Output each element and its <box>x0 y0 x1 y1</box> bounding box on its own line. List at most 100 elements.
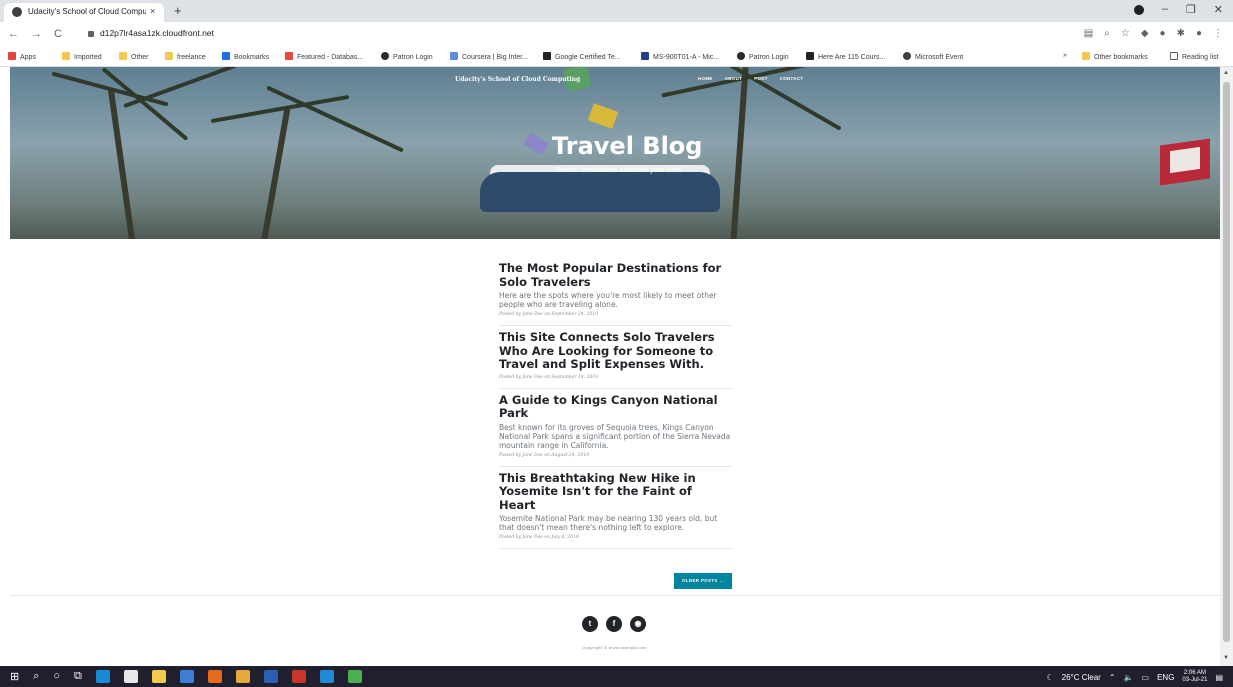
tab-strip: Udacity's School of Cloud Compu × + – ❐ … <box>0 0 1233 22</box>
bookmarks-overflow-button[interactable]: » <box>1063 52 1067 59</box>
scrollbar[interactable]: ▲ ▼ <box>1220 67 1233 666</box>
hero-banner: Udacity's School of Cloud Computing HOME… <box>10 67 1220 239</box>
footer-divider <box>10 595 1220 596</box>
bookmark-item[interactable]: Other <box>119 52 149 61</box>
scroll-thumb[interactable] <box>1223 82 1230 642</box>
edge-icon[interactable] <box>95 670 110 683</box>
site-brand[interactable]: Udacity's School of Cloud Computing <box>455 76 580 83</box>
menu-icon[interactable]: ⋮ <box>1213 28 1223 39</box>
other-bookmarks[interactable]: Other bookmarks <box>1082 52 1148 61</box>
bookmark-icon <box>543 52 551 60</box>
restore-button[interactable]: ❐ <box>1186 3 1196 16</box>
bookmark-item[interactable]: Patron Login <box>737 52 789 61</box>
post-title[interactable]: This Breathtaking New Hike in Yosemite I… <box>499 471 732 513</box>
bookmark-icon <box>737 52 745 60</box>
back-button[interactable]: ← <box>8 28 19 40</box>
cortana-icon[interactable]: ○ <box>53 670 60 683</box>
bookmark-icon <box>806 52 814 60</box>
palm-tree-image <box>260 108 291 239</box>
bookmark-item[interactable]: Coursera | Big Inter... <box>450 52 528 61</box>
extension-icon[interactable]: ● <box>1160 28 1166 39</box>
chrome-icon[interactable] <box>235 670 250 683</box>
window-controls: – ❐ ✕ <box>1133 3 1223 16</box>
bookmark-item[interactable]: Featured - Databas... <box>285 52 363 61</box>
bookmarks-bar: Apps Imported Other freelance Bookmarks … <box>0 48 1233 67</box>
weather-text[interactable]: 26°C Clear <box>1062 673 1101 682</box>
bookmark-item[interactable]: Imported <box>62 52 102 61</box>
new-tab-button[interactable]: + <box>174 3 182 18</box>
post-meta: Posted by Jane Doe on August 24, 2019 <box>499 452 589 458</box>
twitter-icon[interactable]: t <box>582 616 598 632</box>
bookmark-item[interactable]: Patron Login <box>381 52 433 61</box>
browser-tab[interactable]: Udacity's School of Cloud Compu × <box>4 3 164 22</box>
start-icon[interactable]: ⊞ <box>10 670 19 683</box>
bookmark-item[interactable]: Microsoft Event <box>903 52 963 61</box>
minimize-button[interactable]: – <box>1162 3 1168 16</box>
nav-contact[interactable]: CONTACT <box>780 76 804 81</box>
page-title: Travel Blog <box>552 132 703 160</box>
lock-icon[interactable] <box>88 31 94 37</box>
vscode-icon[interactable] <box>319 670 334 683</box>
nav-post[interactable]: POST <box>754 76 767 81</box>
flag-image <box>522 132 550 156</box>
tab-close-icon[interactable]: × <box>150 6 155 16</box>
bookmark-item[interactable]: Apps <box>8 52 36 61</box>
network-icon[interactable]: ▭ <box>1142 673 1150 682</box>
bookmark-item[interactable]: Here Are 115 Cours... <box>806 52 885 61</box>
post-preview[interactable]: This Breathtaking New Hike in Yosemite I… <box>499 467 732 549</box>
store-icon[interactable] <box>123 670 138 683</box>
nav-about[interactable]: ABOUT <box>725 76 743 81</box>
page-viewport: Udacity's School of Cloud Computing HOME… <box>0 67 1220 666</box>
post-meta: Posted by Jane Doe on July 8, 2019 <box>499 535 579 540</box>
puzzle-icon[interactable]: ✱ <box>1177 28 1185 39</box>
folder-icon <box>165 52 173 60</box>
notification-icon[interactable]: ▤ <box>1215 673 1223 682</box>
star-icon[interactable]: ☆ <box>1121 28 1130 39</box>
apps-icon <box>8 52 16 60</box>
older-posts-button[interactable]: OLDER POSTS → <box>674 573 732 589</box>
mail-icon[interactable] <box>179 670 194 683</box>
acrobat-icon[interactable] <box>291 670 306 683</box>
address-bar[interactable]: d12p7lr4asa1zk.cloudfront.net <box>100 28 214 38</box>
facebook-icon[interactable]: f <box>606 616 622 632</box>
nav-home[interactable]: HOME <box>698 76 713 81</box>
reading-list-icon <box>1170 52 1178 60</box>
post-preview[interactable]: This Site Connects Solo Travelers Who Ar… <box>499 326 732 389</box>
volume-icon[interactable]: 🔈 <box>1124 673 1134 682</box>
task-view-icon[interactable]: ⧉ <box>74 670 82 683</box>
reading-list[interactable]: Reading list <box>1170 52 1219 61</box>
language-indicator[interactable]: ENG <box>1157 673 1174 682</box>
post-preview[interactable]: A Guide to Kings Canyon National Park Be… <box>499 389 732 467</box>
weather-icon[interactable]: ☾ <box>1046 673 1053 682</box>
edge-dev-icon[interactable] <box>347 670 362 683</box>
github-icon[interactable]: ◉ <box>630 616 646 632</box>
reader-icon[interactable]: ▤ <box>1084 28 1093 39</box>
avatar[interactable]: ● <box>1196 28 1202 39</box>
post-subtitle: Yosemite National Park may be nearing 13… <box>499 514 718 532</box>
post-meta: Posted by Jane Doe on September 24, 2019 <box>499 312 598 317</box>
extension-icon[interactable]: ◆ <box>1141 28 1149 39</box>
bookmark-item[interactable]: Bookmarks <box>222 52 269 61</box>
word-icon[interactable] <box>263 670 278 683</box>
folder-icon <box>119 52 127 60</box>
file-explorer-icon[interactable] <box>151 670 166 683</box>
bookmark-item[interactable]: Google Certified Te... <box>543 52 621 61</box>
firefox-icon[interactable] <box>207 670 222 683</box>
profile-icon[interactable] <box>1133 5 1144 15</box>
bookmark-item[interactable]: MS-900T01-A - Mic... <box>641 52 719 61</box>
post-title[interactable]: This Site Connects Solo Travelers Who Ar… <box>499 330 732 372</box>
extension-icons: ▤ ⌕ ☆ ◆ ● ✱ ● ⋮ <box>1084 28 1223 39</box>
close-window-button[interactable]: ✕ <box>1214 3 1223 16</box>
zoom-icon[interactable]: ⌕ <box>1104 28 1110 39</box>
scroll-up-icon[interactable]: ▲ <box>1223 70 1229 76</box>
clock[interactable]: 2:06 AM 03-Jul-21 <box>1182 670 1207 684</box>
post-title[interactable]: A Guide to Kings Canyon National Park <box>499 393 732 421</box>
scroll-down-icon[interactable]: ▼ <box>1223 655 1229 661</box>
chevron-up-icon[interactable]: ⌃ <box>1109 673 1116 682</box>
post-preview[interactable]: The Most Popular Destinations for Solo T… <box>499 257 732 326</box>
post-title[interactable]: The Most Popular Destinations for Solo T… <box>499 261 732 289</box>
search-icon[interactable]: ⌕ <box>33 670 39 683</box>
reload-button[interactable]: C <box>54 28 62 40</box>
forward-button[interactable]: → <box>31 28 42 40</box>
bookmark-item[interactable]: freelance <box>165 52 206 61</box>
